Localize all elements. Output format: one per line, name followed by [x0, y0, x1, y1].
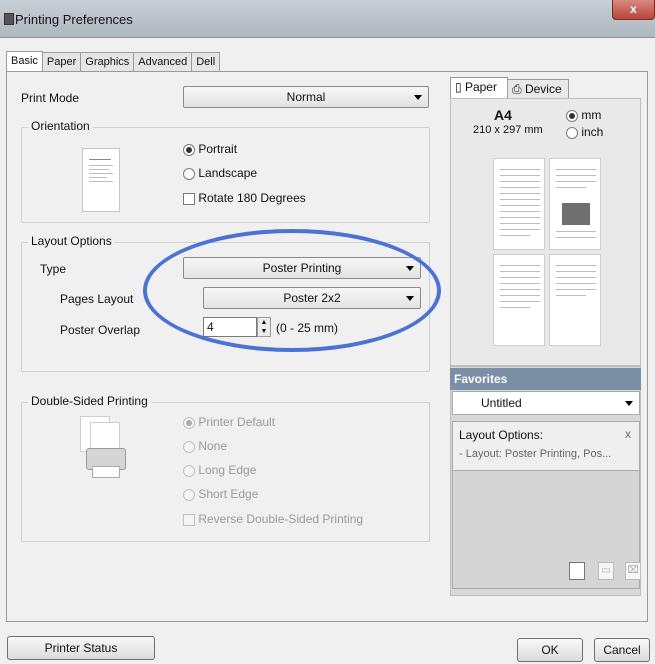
short-edge-radio[interactable]: [183, 488, 195, 501]
favorites-selected: Untitled: [481, 396, 522, 410]
arrow-down-icon[interactable]: ▼: [258, 327, 270, 336]
landscape-option[interactable]: Landscape: [183, 166, 257, 180]
window-title: Printing Preferences: [15, 12, 133, 27]
chevron-down-icon: [414, 95, 422, 100]
type-value: Poster Printing: [262, 261, 342, 275]
delete-favorite-icon[interactable]: ⌧: [625, 562, 641, 580]
printer-default-option[interactable]: Printer Default: [183, 415, 275, 429]
tab-basic[interactable]: Basic: [6, 51, 43, 73]
printer-default-label: Printer Default: [198, 415, 276, 429]
reverse-label: Reverse Double-Sided Printing: [198, 512, 364, 526]
favorites-header: Favorites: [450, 368, 641, 390]
reverse-option[interactable]: Reverse Double-Sided Printing: [183, 512, 363, 526]
chevron-down-icon: [406, 266, 414, 271]
chevron-down-icon: [406, 296, 414, 301]
landscape-label: Landscape: [198, 166, 258, 180]
tab-paper-preview[interactable]: ▯ Paper: [450, 77, 508, 98]
orientation-title: Orientation: [28, 119, 93, 133]
ok-button[interactable]: OK: [517, 638, 583, 662]
long-edge-option[interactable]: Long Edge: [183, 463, 256, 477]
portrait-page-icon: [82, 148, 120, 212]
pages-layout-label: Pages Layout: [60, 292, 134, 306]
title-bar: Printing Preferences: [0, 0, 655, 38]
paper-dimensions: 210 x 297 mm: [473, 124, 543, 136]
none-label: None: [198, 439, 228, 453]
favorites-info-title: Layout Options:: [459, 428, 544, 442]
favorites-dropdown[interactable]: Untitled: [452, 391, 640, 415]
layout-options-title: Layout Options: [28, 234, 115, 248]
type-dropdown[interactable]: Poster Printing: [183, 257, 421, 279]
type-label: Type: [40, 262, 67, 276]
portrait-option[interactable]: Portrait: [183, 142, 237, 156]
arrow-up-icon[interactable]: ▲: [258, 318, 270, 327]
printer-default-radio[interactable]: [183, 416, 195, 429]
long-edge-radio[interactable]: [183, 464, 195, 477]
unit-mm-label: mm: [581, 108, 602, 122]
unit-inch-label: inch: [581, 125, 604, 139]
short-edge-label: Short Edge: [198, 487, 259, 501]
favorites-info-box: Layout Options: x - Layout: Poster Print…: [452, 421, 640, 471]
rotate-checkbox[interactable]: [183, 192, 195, 205]
print-mode-label: Print Mode: [21, 91, 80, 105]
page-icon: ▯: [455, 80, 462, 94]
printer-icon: ⎙: [512, 82, 522, 96]
tab-graphics[interactable]: Graphics: [80, 52, 135, 72]
double-sided-title: Double-Sided Printing: [28, 394, 151, 408]
portrait-radio[interactable]: [183, 143, 195, 156]
tab-dell[interactable]: Dell: [191, 52, 221, 72]
print-mode-dropdown[interactable]: Normal: [183, 86, 429, 108]
printer-status-button[interactable]: Printer Status: [7, 636, 155, 660]
overlap-stepper[interactable]: ▲ ▼: [257, 317, 271, 337]
none-radio[interactable]: [183, 440, 195, 453]
chevron-down-icon: [625, 401, 633, 406]
rotate-label: Rotate 180 Degrees: [198, 191, 306, 205]
long-edge-label: Long Edge: [198, 463, 257, 477]
poster-preview: [493, 158, 603, 348]
portrait-label: Portrait: [198, 142, 238, 156]
print-mode-value: Normal: [286, 90, 326, 104]
tab-device[interactable]: ⎙ Device: [507, 79, 569, 100]
overlap-range-label: (0 - 25 mm): [276, 321, 339, 335]
tab-bar: Basic Paper Graphics Advanced Dell: [6, 50, 221, 73]
printer-icon: [4, 13, 14, 25]
paper-tab-label: Paper: [464, 80, 497, 94]
poster-overlap-label: Poster Overlap: [60, 323, 141, 337]
save-favorite-icon[interactable]: ▭: [598, 562, 614, 580]
duplex-printer-icon: [80, 416, 132, 482]
new-favorite-icon[interactable]: [569, 562, 585, 580]
unit-inch-option[interactable]: inch: [566, 125, 603, 139]
close-button[interactable]: x: [612, 0, 655, 20]
pages-layout-dropdown[interactable]: Poster 2x2: [203, 287, 421, 309]
reverse-checkbox[interactable]: [183, 513, 195, 526]
unit-inch-radio[interactable]: [566, 126, 578, 139]
tab-paper[interactable]: Paper: [41, 52, 82, 72]
landscape-radio[interactable]: [183, 167, 195, 180]
poster-overlap-input[interactable]: 4: [203, 317, 257, 337]
unit-mm-option[interactable]: mm: [566, 108, 601, 122]
tab-advanced[interactable]: Advanced: [133, 52, 193, 72]
cancel-button[interactable]: Cancel: [594, 638, 650, 662]
favorites-info-close[interactable]: x: [625, 427, 631, 441]
rotate-option[interactable]: Rotate 180 Degrees: [183, 191, 306, 205]
short-edge-option[interactable]: Short Edge: [183, 487, 258, 501]
pages-layout-value: Poster 2x2: [283, 291, 341, 305]
none-option[interactable]: None: [183, 439, 227, 453]
paper-size: A4: [494, 107, 512, 123]
unit-mm-radio[interactable]: [566, 109, 578, 122]
device-tab-label: Device: [524, 82, 562, 96]
favorites-info-line: - Layout: Poster Printing, Pos...: [459, 448, 612, 460]
